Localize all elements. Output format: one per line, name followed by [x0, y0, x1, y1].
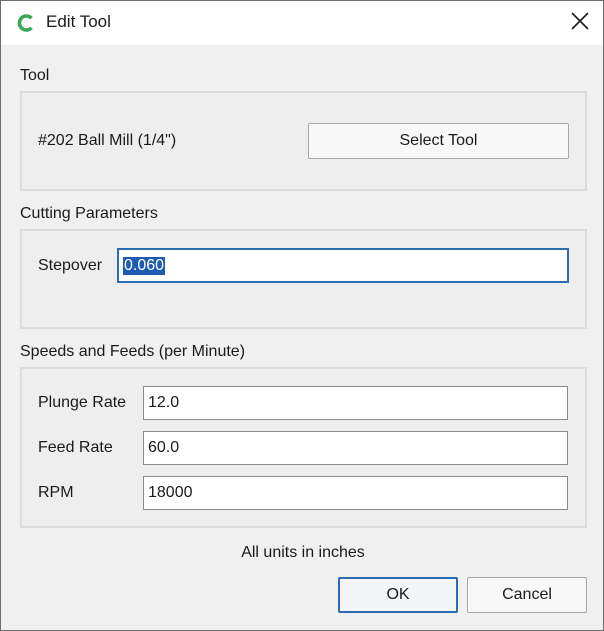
rpm-value: 18000: [148, 484, 193, 501]
close-icon: [571, 11, 589, 35]
window-title: Edit Tool: [46, 12, 111, 31]
plunge-rate-value: 12.0: [148, 394, 180, 411]
cancel-button[interactable]: Cancel: [467, 577, 587, 613]
stepover-label: Stepover: [38, 257, 103, 274]
plunge-rate-label: Plunge Rate: [38, 394, 127, 411]
rpm-input[interactable]: 18000: [143, 476, 568, 510]
ok-button[interactable]: OK: [338, 577, 458, 613]
stepover-value: 0.060: [123, 256, 166, 275]
tool-section-label: Tool: [20, 67, 50, 84]
units-note: All units in inches: [241, 544, 365, 561]
close-button[interactable]: [557, 1, 603, 45]
tool-name: #202 Ball Mill (1/4"): [38, 132, 177, 149]
feed-rate-value: 60.0: [148, 439, 180, 456]
title-bar[interactable]: Edit Tool: [1, 1, 603, 45]
cutting-parameters-label: Cutting Parameters: [20, 205, 158, 222]
feed-rate-input[interactable]: 60.0: [143, 431, 568, 465]
app-logo-icon: [17, 13, 35, 33]
rpm-label: RPM: [38, 484, 74, 501]
stepover-input[interactable]: 0.060: [117, 248, 569, 283]
feed-rate-label: Feed Rate: [38, 439, 113, 456]
speeds-feeds-label: Speeds and Feeds (per Minute): [20, 343, 246, 360]
edit-tool-dialog: Edit Tool Tool #202 Ball Mill (1/4") Sel…: [0, 0, 604, 631]
plunge-rate-input[interactable]: 12.0: [143, 386, 568, 420]
select-tool-button[interactable]: Select Tool: [308, 123, 569, 159]
